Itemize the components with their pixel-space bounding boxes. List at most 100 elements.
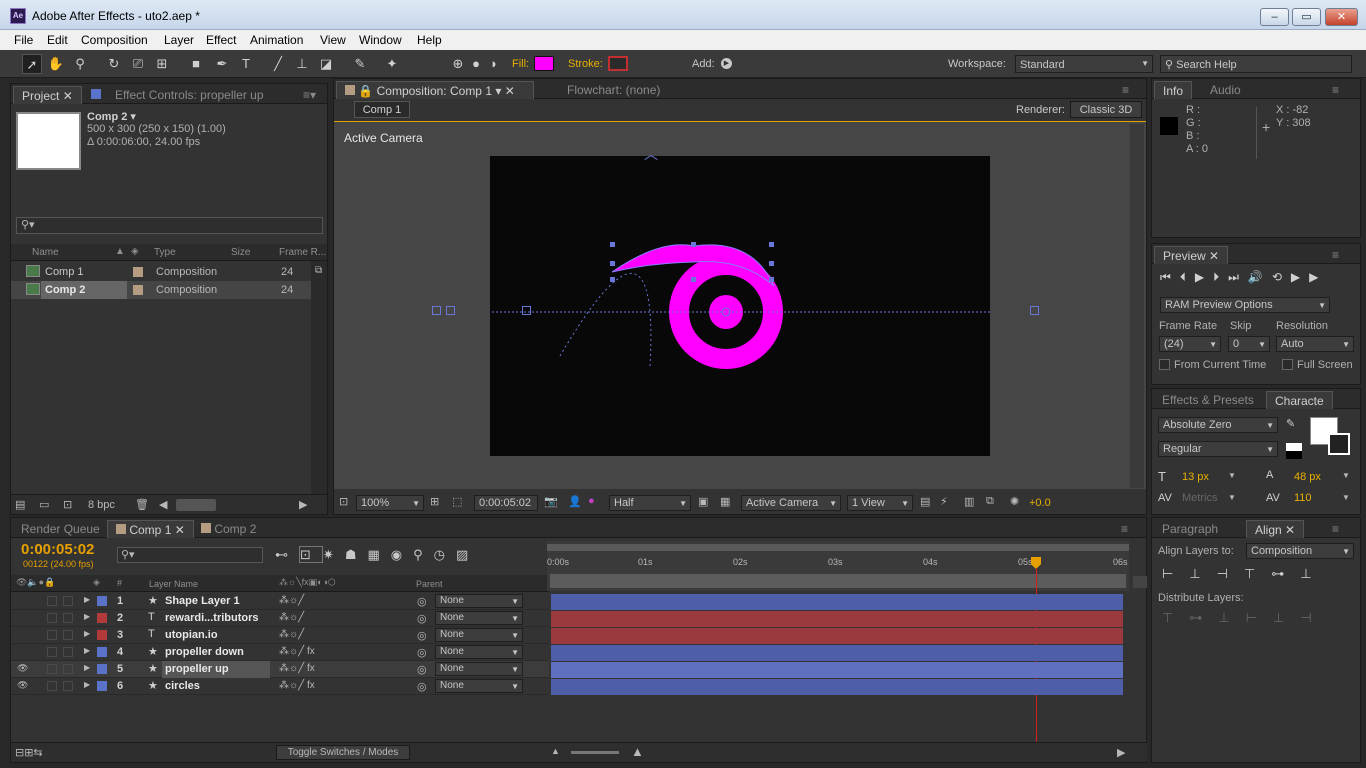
from-current-checkbox[interactable] bbox=[1159, 359, 1170, 370]
distribute-top-icon[interactable]: ⊤ bbox=[1162, 610, 1189, 625]
menu-edit[interactable]: Edit bbox=[47, 33, 68, 47]
new-folder-icon[interactable]: ▭ bbox=[39, 498, 49, 511]
tab-project[interactable]: Project ✕ bbox=[13, 86, 82, 104]
pan-behind-tool-icon[interactable]: ⊞ bbox=[152, 54, 172, 74]
panel-menu-icon[interactable]: ≡ bbox=[1324, 81, 1347, 99]
brush-tool-icon[interactable]: ╱ bbox=[268, 54, 288, 74]
solo-checkbox[interactable] bbox=[47, 630, 57, 640]
transparency-grid-icon[interactable]: ▦ bbox=[720, 495, 730, 508]
comp-breadcrumb[interactable]: Comp 1 bbox=[354, 101, 410, 118]
panel-menu-icon[interactable]: ≡ bbox=[1113, 520, 1136, 538]
exposure-reset-icon[interactable]: ✺ bbox=[1010, 495, 1019, 508]
parent-select[interactable]: None ▼ bbox=[435, 628, 523, 642]
always-preview-icon[interactable]: ⊡ bbox=[339, 495, 348, 508]
mask-visibility-icon[interactable]: ⬚ bbox=[452, 495, 462, 508]
black-swatch[interactable] bbox=[1286, 451, 1302, 459]
lock-checkbox[interactable] bbox=[63, 613, 73, 623]
parent-select[interactable]: None ▼ bbox=[435, 611, 523, 625]
pickwhip-icon[interactable]: ◎ bbox=[417, 663, 427, 676]
align-v-center-icon[interactable]: ⊶ bbox=[1271, 566, 1300, 581]
align-top-icon[interactable]: ⊤ bbox=[1244, 566, 1271, 581]
label-color[interactable] bbox=[97, 647, 107, 657]
solo-checkbox[interactable] bbox=[47, 596, 57, 606]
tab-paragraph[interactable]: Paragraph bbox=[1154, 520, 1226, 538]
lock-checkbox[interactable] bbox=[63, 596, 73, 606]
comp-button-icon[interactable] bbox=[1133, 576, 1147, 588]
ram-preview-select[interactable]: RAM Preview Options ▼ bbox=[1160, 297, 1330, 313]
layer-row[interactable]: ▶ 3 Tutopian.io ⁂☼╱ ◎ None ▼ bbox=[11, 627, 549, 644]
tab-comp-2[interactable]: Comp 2 bbox=[193, 520, 264, 538]
col-frame-rate[interactable]: Frame R... bbox=[279, 247, 326, 258]
expand-arrow-icon[interactable]: ▶ bbox=[84, 595, 90, 604]
eye-icon[interactable]: 👁 bbox=[17, 663, 28, 674]
label-col-icon[interactable]: ◈ bbox=[131, 246, 139, 257]
fast-previews-icon[interactable]: ⚡ bbox=[940, 495, 948, 508]
kerning-dropdown-icon[interactable]: ▼ bbox=[1228, 493, 1236, 502]
project-scrollbar[interactable] bbox=[311, 261, 327, 494]
skip-select[interactable]: 0 ▼ bbox=[1228, 336, 1270, 352]
expand-panes-icon[interactable]: ⊟⊞⇆ bbox=[15, 746, 43, 759]
pickwhip-icon[interactable]: ◎ bbox=[417, 595, 427, 608]
col-type[interactable]: Type bbox=[154, 247, 176, 258]
view-layout-select[interactable]: 1 View ▼ bbox=[847, 495, 913, 511]
work-area-bar[interactable] bbox=[547, 544, 1129, 551]
stroke-color-swatch[interactable] bbox=[608, 56, 628, 71]
tracking-dropdown-icon[interactable]: ▼ bbox=[1342, 493, 1350, 502]
eraser-tool-icon[interactable]: ◪ bbox=[316, 54, 336, 74]
layer-duration-bar[interactable] bbox=[551, 645, 1123, 661]
label-color[interactable] bbox=[97, 630, 107, 640]
leading-value[interactable]: 48 px bbox=[1294, 471, 1321, 483]
col-size[interactable]: Size bbox=[231, 247, 250, 258]
snapshot-icon[interactable]: 📷 bbox=[544, 495, 558, 508]
label-color[interactable] bbox=[133, 267, 143, 277]
layer-row[interactable]: 👁 ▶ 5 ★ propeller up ⁂☼╱ fx ◎ None ▼ bbox=[11, 661, 549, 678]
viewer[interactable]: Active Camera ︿ bbox=[334, 121, 1146, 489]
font-size-dropdown-icon[interactable]: ▼ bbox=[1228, 471, 1236, 480]
switches-icon[interactable]: ⁂☼╱ fx bbox=[279, 646, 315, 657]
align-h-center-icon[interactable]: ⊥ bbox=[1189, 566, 1216, 581]
panel-menu-icon[interactable]: ≡ bbox=[1324, 246, 1347, 264]
menu-animation[interactable]: Animation bbox=[250, 33, 303, 47]
expand-arrow-icon[interactable]: ▶ bbox=[84, 612, 90, 621]
current-time-field[interactable]: 0:00:05:02 bbox=[474, 495, 538, 511]
menu-file[interactable]: File bbox=[14, 33, 33, 47]
eyedropper-icon[interactable]: ✎ bbox=[1286, 417, 1295, 430]
leading-dropdown-icon[interactable]: ▼ bbox=[1342, 471, 1350, 480]
loop-icon[interactable]: ⟲ bbox=[1272, 270, 1291, 284]
tab-audio[interactable]: Audio bbox=[1202, 81, 1249, 99]
col-layer-name[interactable]: Layer Name bbox=[149, 579, 198, 589]
comp-name[interactable]: Comp 2 ▾ bbox=[87, 110, 136, 123]
frame-blending-icon[interactable]: ▦ bbox=[367, 547, 390, 562]
motion-blur-icon[interactable]: ◉ bbox=[391, 547, 413, 562]
rotate-tool-icon[interactable]: ↻ bbox=[104, 54, 124, 74]
next-frame-icon[interactable]: ⏵ bbox=[1213, 270, 1228, 284]
camera-view-select[interactable]: Active Camera ▼ bbox=[741, 495, 841, 511]
layer-name[interactable]: circles bbox=[162, 678, 203, 695]
first-frame-icon[interactable]: ⏮ bbox=[1160, 270, 1180, 284]
layer-row[interactable]: ▶ 4 ★ propeller down ⁂☼╱ fx ◎ None ▼ bbox=[11, 644, 549, 661]
expand-arrow-icon[interactable]: ▶ bbox=[84, 646, 90, 655]
close-button[interactable]: ✕ bbox=[1325, 8, 1358, 26]
grid-icon[interactable]: ⊞ bbox=[430, 495, 439, 508]
selection-tool-icon[interactable]: ➚ bbox=[22, 54, 42, 74]
add-menu-icon[interactable]: ▶ bbox=[721, 58, 732, 69]
layer-name[interactable]: Shape Layer 1 bbox=[162, 593, 243, 610]
project-item[interactable]: Comp 2 Composition 24 bbox=[11, 281, 316, 299]
eye-icon[interactable]: 👁 bbox=[17, 680, 28, 691]
maximize-button[interactable]: ▭ bbox=[1292, 8, 1321, 26]
zoom-tool-icon[interactable]: ⚲ bbox=[70, 54, 90, 74]
snap-icon[interactable]: ⊕ bbox=[448, 54, 468, 74]
expand-arrow-icon[interactable]: ▶ bbox=[84, 629, 90, 638]
layer-row[interactable]: 👁 ▶ 6 ★ circles ⁂☼╱ fx ◎ None ▼ bbox=[11, 678, 549, 695]
brainstorm-icon[interactable]: ⚲ bbox=[413, 547, 434, 562]
pickwhip-icon[interactable]: ◎ bbox=[417, 629, 427, 642]
menu-composition[interactable]: Composition bbox=[81, 33, 148, 47]
bpc-label[interactable]: 8 bpc bbox=[88, 499, 115, 511]
layer-duration-bar[interactable] bbox=[551, 594, 1123, 610]
col-name[interactable]: Name bbox=[32, 247, 59, 258]
hide-shy-icon[interactable]: ☗ bbox=[345, 547, 368, 562]
col-parent[interactable]: Parent bbox=[416, 579, 443, 589]
channel-icon[interactable]: ● bbox=[588, 495, 595, 507]
flowchart-icon[interactable]: ⧉ bbox=[986, 495, 994, 508]
layer-name[interactable]: rewardi...tributors bbox=[162, 610, 262, 627]
